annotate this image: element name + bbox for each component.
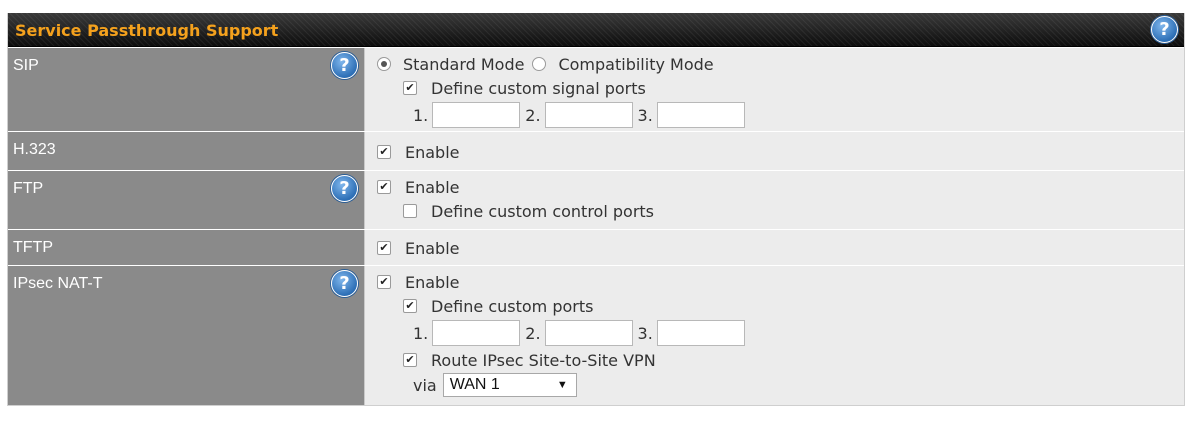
service-passthrough-panel: Service Passthrough Support ? SIP ? Stan… xyxy=(7,13,1185,406)
h323-enable-label: Enable xyxy=(405,142,460,162)
ipsec-route-vpn-label: Route IPsec Site-to-Site VPN xyxy=(431,350,656,370)
ipsec-enable-label: Enable xyxy=(405,272,460,292)
help-icon[interactable]: ? xyxy=(331,52,358,79)
sip-value-cell: Standard Mode Compatibility Mode ✔ Defin… xyxy=(365,48,1184,131)
ftp-enable-checkbox[interactable]: ✔ xyxy=(377,180,391,194)
compatibility-mode-radio[interactable] xyxy=(532,57,547,71)
tftp-enable-checkbox[interactable]: ✔ xyxy=(377,241,391,255)
panel-header: Service Passthrough Support ? xyxy=(8,13,1184,47)
ipsec-enable-checkbox[interactable]: ✔ xyxy=(377,275,391,289)
h323-value-cell: ✔ Enable xyxy=(365,132,1184,170)
sip-port-2-input[interactable] xyxy=(544,102,633,128)
tftp-row: TFTP ✔ Enable xyxy=(8,229,1184,265)
wan-select[interactable]: WAN 1 ▼ xyxy=(442,373,577,397)
h323-label-cell: H.323 xyxy=(8,132,365,170)
h323-enable-checkbox[interactable]: ✔ xyxy=(377,145,391,159)
ipsec-define-ports-checkbox[interactable]: ✔ xyxy=(403,299,417,313)
ftp-label-cell: FTP ? xyxy=(8,171,365,229)
help-icon[interactable]: ? xyxy=(1151,16,1178,43)
ipsec-label: IPsec NAT-T xyxy=(13,275,103,292)
ftp-label: FTP xyxy=(13,180,44,197)
tftp-label-cell: TFTP xyxy=(8,230,365,265)
standard-mode-label: Standard Mode xyxy=(403,54,525,74)
ipsec-value-cell: ✔ Enable ✔ Define custom ports 1. 2. 3. … xyxy=(365,266,1184,405)
port-number-label: 3. xyxy=(637,323,653,343)
port-number-label: 2. xyxy=(525,323,541,343)
help-icon[interactable]: ? xyxy=(331,175,358,202)
ipsec-define-ports-label: Define custom ports xyxy=(431,296,594,316)
port-number-label: 2. xyxy=(525,105,541,125)
ipsec-port-2-input[interactable] xyxy=(544,320,633,346)
help-icon[interactable]: ? xyxy=(331,270,358,297)
tftp-value-cell: ✔ Enable xyxy=(365,230,1184,265)
ipsec-route-vpn-checkbox[interactable]: ✔ xyxy=(403,353,417,367)
ftp-define-ports-label: Define custom control ports xyxy=(431,201,654,221)
ipsec-label-cell: IPsec NAT-T ? xyxy=(8,266,365,405)
compatibility-mode-label: Compatibility Mode xyxy=(558,54,714,74)
ftp-row: FTP ? ✔ Enable Define custom control por… xyxy=(8,170,1184,229)
panel-title: Service Passthrough Support xyxy=(15,21,279,40)
sip-define-ports-checkbox[interactable]: ✔ xyxy=(403,81,417,95)
sip-label: SIP xyxy=(13,57,39,74)
port-number-label: 1. xyxy=(413,105,429,125)
port-number-label: 3. xyxy=(637,105,653,125)
h323-label: H.323 xyxy=(13,141,56,158)
ipsec-port-3-input[interactable] xyxy=(656,320,745,346)
sip-port-1-input[interactable] xyxy=(432,102,521,128)
tftp-label: TFTP xyxy=(13,239,53,256)
ftp-define-ports-checkbox[interactable] xyxy=(403,204,417,218)
ftp-enable-label: Enable xyxy=(405,177,460,197)
sip-define-ports-label: Define custom signal ports xyxy=(431,78,646,98)
ipsec-row: IPsec NAT-T ? ✔ Enable ✔ Define custom p… xyxy=(8,265,1184,405)
port-number-label: 1. xyxy=(413,323,429,343)
via-label: via xyxy=(413,375,437,395)
standard-mode-radio[interactable] xyxy=(377,57,391,71)
ftp-value-cell: ✔ Enable Define custom control ports xyxy=(365,171,1184,229)
ipsec-port-1-input[interactable] xyxy=(432,320,521,346)
tftp-enable-label: Enable xyxy=(405,238,460,258)
dropdown-arrow-icon: ▼ xyxy=(556,379,568,391)
wan-select-value: WAN 1 xyxy=(449,376,500,393)
sip-port-3-input[interactable] xyxy=(656,102,745,128)
sip-label-cell: SIP ? xyxy=(8,48,365,131)
h323-row: H.323 ✔ Enable xyxy=(8,131,1184,170)
sip-row: SIP ? Standard Mode Compatibility Mode ✔… xyxy=(8,47,1184,131)
